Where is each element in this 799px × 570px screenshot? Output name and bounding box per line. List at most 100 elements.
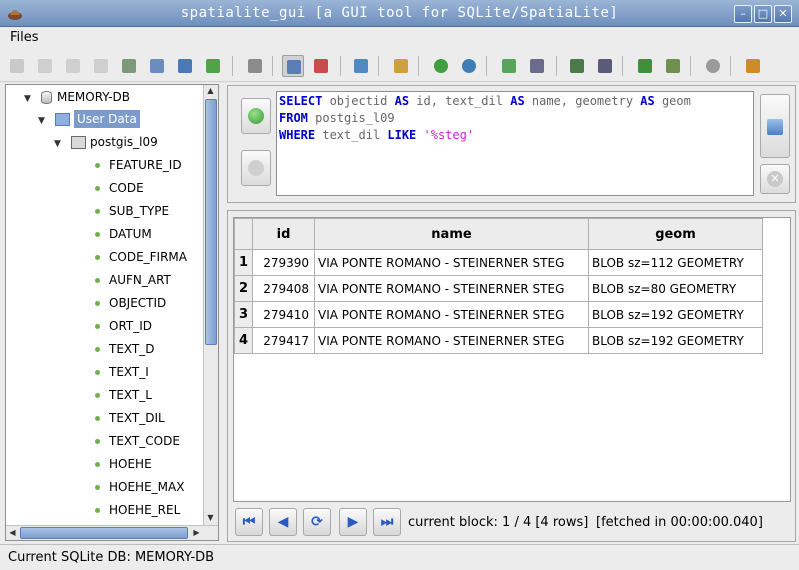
import-icon[interactable] <box>350 55 372 77</box>
cell-name[interactable]: VIA PONTE ROMANO - STEINERNER STEG <box>314 275 589 302</box>
window-title: spatialite_gui [a GUI tool for SQLite/Sp… <box>180 5 619 21</box>
tree-column[interactable]: HOEHE <box>95 454 152 474</box>
row-number[interactable]: 4 <box>234 327 253 354</box>
title-bar[interactable]: spatialite_gui [a GUI tool for SQLite/Sp… <box>0 0 799 27</box>
clear-sql-button[interactable]: ✕ <box>760 164 790 194</box>
tree-item-user-data[interactable]: ▼ User Data <box>38 109 140 129</box>
scroll-right-icon[interactable]: ▶ <box>190 528 203 537</box>
history-back-button[interactable] <box>241 150 271 186</box>
cell-name[interactable]: VIA PONTE ROMANO - STEINERNER STEG <box>314 301 589 328</box>
memory-db-icon[interactable] <box>90 55 112 77</box>
collapse-icon[interactable]: ▼ <box>24 95 33 104</box>
cell-id[interactable]: 279408 <box>252 275 315 302</box>
column-header[interactable]: id <box>252 218 315 250</box>
cell-id[interactable]: 279390 <box>252 249 315 276</box>
column-header[interactable]: name <box>314 218 589 250</box>
sql-editor[interactable]: SELECT objectid AS id, text_dil AS name,… <box>276 91 754 196</box>
tree-item-postgis-l09[interactable]: ▼ postgis_l09 <box>54 132 158 152</box>
table-row[interactable]: 2 279408 VIA PONTE ROMANO - STEINERNER S… <box>234 275 763 302</box>
last-page-button[interactable]: ⏭ <box>373 508 401 536</box>
scroll-up-icon[interactable]: ▲ <box>204 86 217 95</box>
export-db-icon[interactable] <box>594 55 616 77</box>
toolbar <box>0 50 799 82</box>
dbf-icon[interactable] <box>662 55 684 77</box>
corner-cell[interactable] <box>234 218 253 250</box>
maximize-button[interactable]: □ <box>754 5 772 23</box>
cell-geom[interactable]: BLOB sz=192 GEOMETRY <box>588 327 763 354</box>
export-icon[interactable] <box>566 55 588 77</box>
tree-column[interactable]: DATUM <box>95 224 152 244</box>
cell-geom[interactable]: BLOB sz=80 GEOMETRY <box>588 275 763 302</box>
tree-vertical-scrollbar[interactable]: ▲ ▼ <box>203 85 218 525</box>
scroll-down-icon[interactable]: ▼ <box>204 513 217 522</box>
scrollbar-thumb[interactable] <box>205 99 217 345</box>
tree-horizontal-scrollbar[interactable]: ◀ ▶ <box>6 525 218 540</box>
column-label: SUB_TYPE <box>109 204 170 218</box>
sql-view-icon[interactable] <box>282 55 304 77</box>
tree-column[interactable]: TEXT_CODE <box>95 431 180 451</box>
cell-geom[interactable]: BLOB sz=112 GEOMETRY <box>588 249 763 276</box>
xls-icon[interactable] <box>634 55 656 77</box>
close-button[interactable]: ✕ <box>774 5 792 23</box>
table-row[interactable]: 3 279410 VIA PONTE ROMANO - STEINERNER S… <box>234 301 763 328</box>
execute-green-icon[interactable] <box>430 55 452 77</box>
connect-icon[interactable] <box>6 55 28 77</box>
help-icon[interactable] <box>702 55 724 77</box>
row-number[interactable]: 1 <box>234 249 253 276</box>
load-icon[interactable] <box>498 55 520 77</box>
execute-sql-button[interactable] <box>241 98 271 134</box>
row-number[interactable]: 3 <box>234 301 253 328</box>
tree-column[interactable]: TEXT_I <box>95 362 149 382</box>
menu-files[interactable]: Files <box>10 30 39 45</box>
cell-name[interactable]: VIA PONTE ROMANO - STEINERNER STEG <box>314 249 589 276</box>
sql-keyword: AS <box>394 94 410 108</box>
table-row[interactable]: 4 279417 VIA PONTE ROMANO - STEINERNER S… <box>234 327 763 354</box>
dump-icon[interactable] <box>526 55 548 77</box>
column-header[interactable]: geom <box>588 218 763 250</box>
printer-icon[interactable] <box>244 55 266 77</box>
cell-name[interactable]: VIA PONTE ROMANO - STEINERNER STEG <box>314 327 589 354</box>
chart-icon[interactable] <box>310 55 332 77</box>
cell-geom[interactable]: BLOB sz=192 GEOMETRY <box>588 301 763 328</box>
row-number[interactable]: 2 <box>234 275 253 302</box>
tree-column[interactable]: FEATURE_ID <box>95 155 182 175</box>
db-tree[interactable]: ▼ MEMORY-DB ▼ User Data ▼ postgis_l09 FEATU… <box>5 84 219 541</box>
minimize-button[interactable]: – <box>734 5 752 23</box>
globe-icon[interactable] <box>458 55 480 77</box>
refresh-results-button[interactable]: ⟳ <box>303 508 331 536</box>
tree-column[interactable]: TEXT_D <box>95 339 155 359</box>
next-page-button[interactable]: ▶ <box>339 508 367 536</box>
tree-column[interactable]: HOEHE_REL <box>95 500 180 520</box>
tree-column[interactable]: SUB_TYPE <box>95 201 169 221</box>
tree-column[interactable]: TEXT_L <box>95 385 152 405</box>
tree-column[interactable]: AUFN_ART <box>95 270 171 290</box>
shapefile-icon[interactable] <box>390 55 412 77</box>
prev-page-button[interactable]: ◀ <box>269 508 297 536</box>
tree-column[interactable]: TEXT_DIL <box>95 408 165 428</box>
scrollbar-thumb[interactable] <box>20 527 188 539</box>
tree-column[interactable]: ORT_ID <box>95 316 152 336</box>
cell-id[interactable]: 279417 <box>252 327 315 354</box>
folder-icon <box>55 113 70 126</box>
tree-column[interactable]: CODE_FIRMA <box>95 247 187 267</box>
plugins-icon[interactable] <box>742 55 764 77</box>
refresh-icon[interactable] <box>202 55 224 77</box>
cell-id[interactable]: 279410 <box>252 301 315 328</box>
create-db-icon[interactable] <box>62 55 84 77</box>
splitter[interactable] <box>227 205 796 209</box>
result-grid[interactable]: id name geom 1 279390 VIA PONTE ROMANO -… <box>233 217 791 502</box>
tree-column[interactable]: CODE <box>95 178 144 198</box>
attach-icon[interactable] <box>174 55 196 77</box>
save-memory-icon[interactable] <box>146 55 168 77</box>
first-page-button[interactable]: ⏮ <box>235 508 263 536</box>
table-row[interactable]: 1 279390 VIA PONTE ROMANO - STEINERNER S… <box>234 249 763 276</box>
tree-item-memory-db[interactable]: ▼ MEMORY-DB <box>24 87 130 107</box>
tree-column[interactable]: OBJECTID <box>95 293 166 313</box>
tree-column[interactable]: HOEHE_MAX <box>95 477 184 497</box>
collapse-icon[interactable]: ▼ <box>38 117 47 126</box>
disconnect-icon[interactable] <box>34 55 56 77</box>
scroll-left-icon[interactable]: ◀ <box>6 528 19 537</box>
collapse-icon[interactable]: ▼ <box>54 140 63 149</box>
sql-tools-button[interactable] <box>760 94 790 158</box>
vacuum-icon[interactable] <box>118 55 140 77</box>
